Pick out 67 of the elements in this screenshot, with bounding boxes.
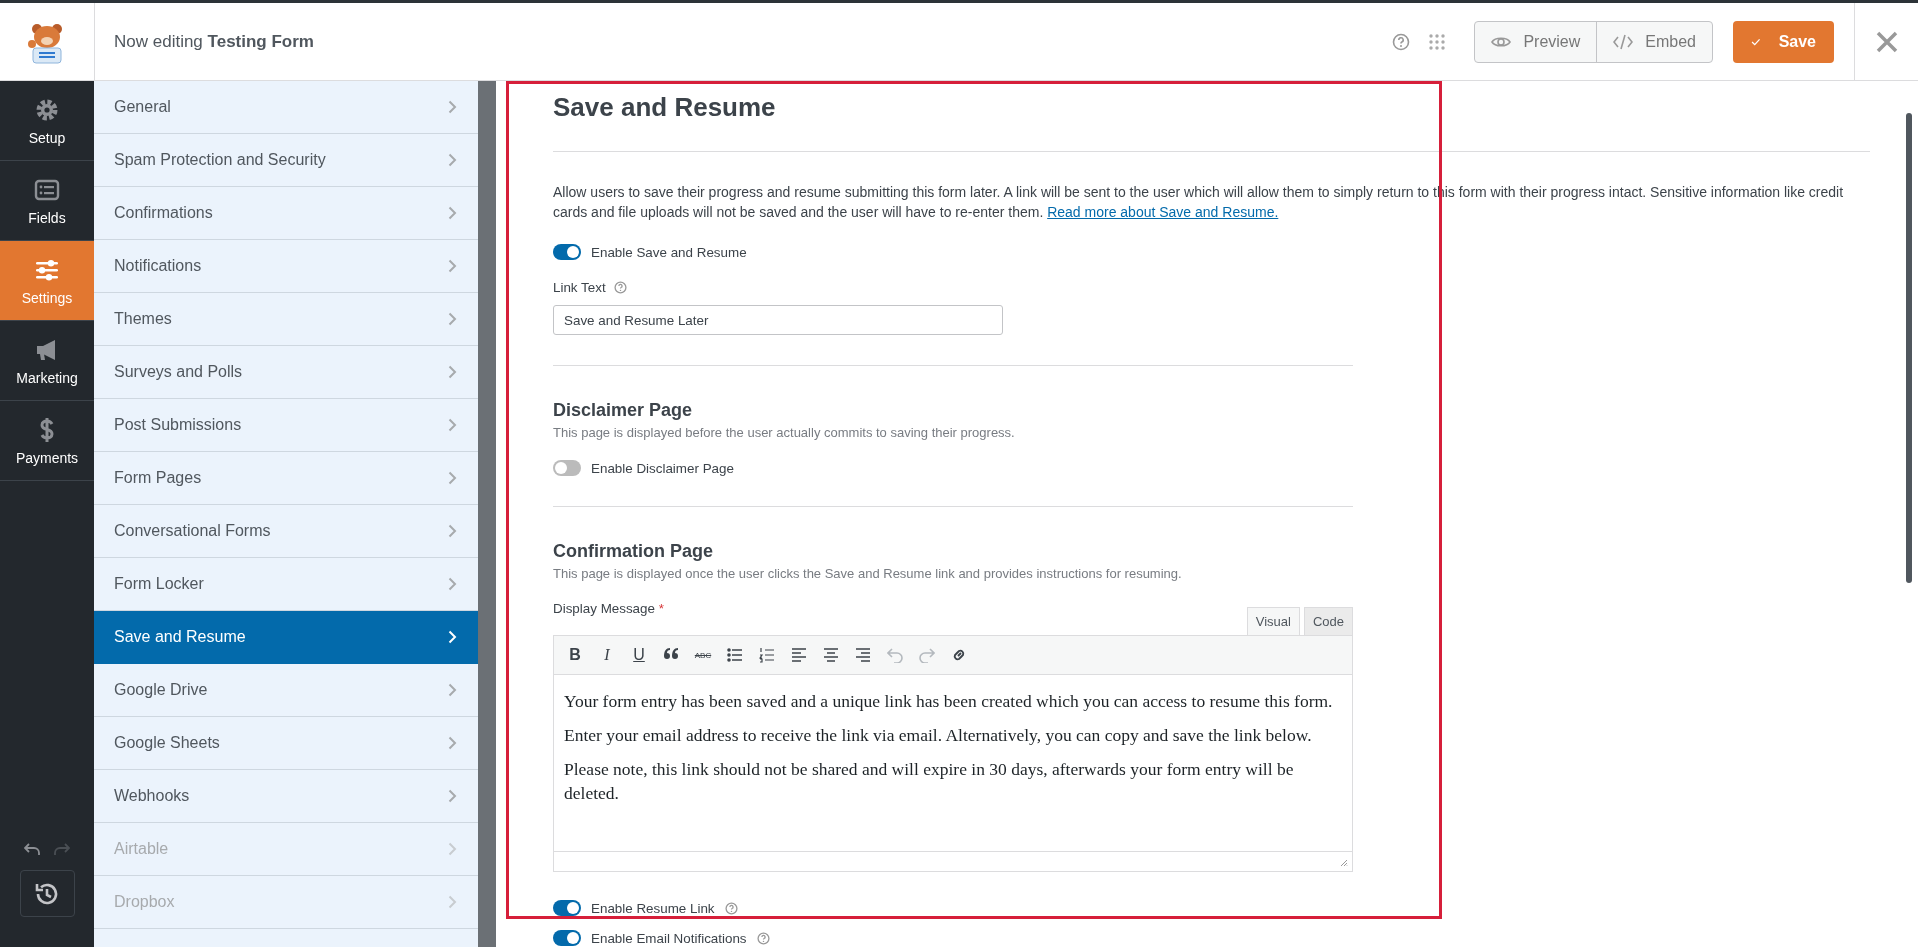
editing-title: Now editing Testing Form xyxy=(114,31,314,52)
bullets-icon xyxy=(727,647,743,663)
align-right-icon xyxy=(855,647,871,663)
chevron-icon xyxy=(448,100,457,114)
help-icon[interactable] xyxy=(613,281,627,294)
chevron-icon xyxy=(448,153,457,167)
chevron-icon xyxy=(448,418,457,432)
align-center-icon xyxy=(823,647,839,663)
undo-icon xyxy=(887,647,903,663)
eye-icon xyxy=(1491,34,1512,49)
chevron-icon xyxy=(448,683,457,697)
chevron-icon xyxy=(448,365,457,379)
field-label: Display Message * xyxy=(553,601,664,616)
apps-grid-icon[interactable] xyxy=(1428,32,1447,51)
editor-tab[interactable]: Visual xyxy=(1246,607,1300,635)
chevron-icon xyxy=(448,259,457,273)
chevron-icon xyxy=(448,312,457,326)
chevron-icon xyxy=(448,789,457,803)
resize-handle-icon[interactable] xyxy=(1340,859,1348,867)
toggle-label: Enable Resume Link xyxy=(591,900,715,916)
chevron-icon xyxy=(448,471,457,485)
chevron-icon xyxy=(448,206,457,220)
chevron-icon xyxy=(448,577,457,591)
undo-icon[interactable] xyxy=(24,842,40,856)
link-icon xyxy=(951,647,967,663)
help-icon[interactable] xyxy=(756,931,770,945)
format-button[interactable]: U xyxy=(626,642,652,668)
toggle-switch[interactable] xyxy=(553,244,581,260)
format-button[interactable]: ABC xyxy=(690,642,716,668)
toggle-label: Enable Email Notifications xyxy=(591,930,747,946)
link-text-input[interactable]: Save and Resume Later xyxy=(553,305,1003,335)
field-label: Link Text xyxy=(553,280,606,295)
section-description: This page is displayed before the user actually commits to saving their progress. xyxy=(553,425,1016,440)
numbers-icon xyxy=(759,647,775,663)
panel-title: Save and Resume xyxy=(553,91,777,124)
section-title: Confirmation Page xyxy=(553,541,714,562)
toggle-switch[interactable] xyxy=(553,930,581,946)
redo-icon xyxy=(919,647,935,663)
editor-paragraph: Please note, this link should not be shared and will expire in 30 days, afterwards your form entry will be deleted. xyxy=(564,758,1295,805)
chevron-icon xyxy=(448,895,457,909)
scrollbar-thumb[interactable] xyxy=(1906,113,1912,583)
chevron-icon xyxy=(448,630,457,644)
chevron-icon xyxy=(448,842,457,856)
section-description: This page is displayed once the user clicks the Save and Resume link and provides instructions for resuming. xyxy=(553,566,1183,581)
editor-paragraph: Enter your email address to receive the link via email. Alternatively, you can copy and save the link below. xyxy=(564,724,1313,747)
read-more-link[interactable]: Read more about Save and Resume. xyxy=(1047,204,1279,220)
revision-history-button[interactable] xyxy=(19,870,75,917)
preview-button[interactable]: Preview xyxy=(1475,21,1597,62)
settings-menu-item[interactable]: Save and Resume xyxy=(94,611,478,664)
format-button[interactable]: B xyxy=(562,642,588,668)
close-icon[interactable] xyxy=(1875,30,1898,53)
section-title: Disclaimer Page xyxy=(553,400,694,421)
align-left-icon xyxy=(791,647,807,663)
embed-button[interactable]: Embed xyxy=(1596,21,1712,62)
toggle-label: Enable Disclaimer Page xyxy=(591,460,734,476)
redo-icon[interactable] xyxy=(54,842,70,856)
chevron-icon xyxy=(448,736,457,750)
toggle-switch[interactable] xyxy=(553,460,581,476)
chevron-icon xyxy=(448,524,457,538)
toggle-label: Enable Save and Resume xyxy=(591,244,747,260)
help-icon[interactable] xyxy=(1392,32,1411,51)
editor-paragraph: Your form entry has been saved and a unique link has been created which you can access to resume this form. xyxy=(564,690,1334,713)
format-button[interactable]: I xyxy=(594,642,620,668)
help-icon[interactable] xyxy=(724,901,738,915)
code-icon xyxy=(1613,33,1634,50)
toggle-switch[interactable] xyxy=(553,900,581,916)
editor-tab[interactable]: Code xyxy=(1303,607,1353,635)
